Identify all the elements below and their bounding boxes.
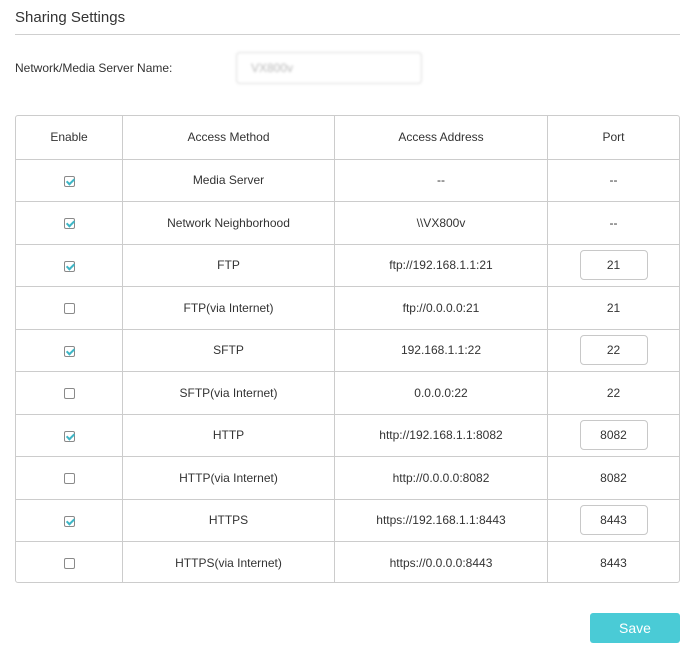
- port-cell: --: [547, 201, 679, 245]
- table-row: HTTPS https://192.168.1.1:8443: [16, 499, 679, 542]
- server-name-label: Network/Media Server Name:: [15, 61, 173, 75]
- port-input[interactable]: [579, 250, 648, 281]
- access-address-cell: 192.168.1.1:22: [334, 329, 548, 372]
- access-method-cell: HTTPS: [122, 499, 335, 542]
- port-cell: [547, 499, 679, 542]
- access-method-cell: Media Server: [122, 159, 335, 202]
- port-cell: 22: [547, 371, 679, 415]
- table-row: SFTP(via Internet) 0.0.0.0:22 22: [16, 371, 679, 415]
- table-row: HTTP(via Internet) http://0.0.0.0:8082 808…: [16, 456, 679, 500]
- port-cell: 21: [547, 286, 679, 330]
- access-address-cell: ftp://192.168.1.1:21: [334, 244, 548, 287]
- server-name-input[interactable]: [236, 52, 422, 84]
- header-access-method: Access Method: [122, 116, 335, 160]
- enable-cell: [16, 286, 123, 330]
- port-cell: 8443: [548, 542, 680, 583]
- enable-cell: [16, 371, 123, 415]
- section-divider: [15, 34, 680, 35]
- enable-checkbox[interactable]: [63, 515, 75, 527]
- header-access-address: Access Address: [334, 116, 548, 160]
- access-address-cell: https://0.0.0.0:8443: [334, 541, 548, 582]
- port-cell: [547, 244, 679, 287]
- port-cell: [547, 329, 679, 372]
- table-row: HTTP http://192.168.1.1:8082: [16, 414, 679, 457]
- enable-checkbox[interactable]: [63, 260, 75, 272]
- enable-checkbox[interactable]: [63, 430, 75, 442]
- port-input[interactable]: [579, 335, 648, 366]
- enable-checkbox[interactable]: [63, 218, 75, 230]
- port-input[interactable]: [579, 420, 648, 451]
- header-enable: Enable: [16, 116, 123, 160]
- port-value: 8082: [600, 470, 627, 485]
- enable-cell: [16, 541, 123, 582]
- table-row: Media Server -- --: [16, 159, 679, 202]
- access-address-cell: ftp://0.0.0.0:21: [334, 286, 548, 330]
- table-row: FTP ftp://192.168.1.1:21: [16, 244, 679, 287]
- port-value: 22: [606, 385, 621, 400]
- section-title: Sharing Settings: [15, 9, 126, 26]
- enable-checkbox[interactable]: [63, 303, 75, 315]
- enable-checkbox[interactable]: [63, 345, 75, 357]
- access-address-cell: --: [334, 159, 548, 202]
- enable-checkbox[interactable]: [63, 473, 75, 485]
- enable-cell: [16, 244, 123, 287]
- access-method-cell: HTTP: [122, 414, 335, 457]
- enable-cell: [16, 201, 123, 245]
- access-address-cell: http://192.168.1.1:8082: [334, 414, 548, 457]
- table-row: Network Neighborhood \\VX800v --: [16, 201, 679, 245]
- port-cell: 8082: [547, 456, 679, 500]
- enable-checkbox[interactable]: [63, 558, 75, 570]
- table-header-row: Enable Access Method Access Address Port: [16, 116, 679, 160]
- access-method-cell: HTTPS(via Internet): [122, 541, 335, 582]
- port-value: --: [609, 215, 618, 230]
- enable-cell: [16, 499, 123, 542]
- port-value: 8443: [600, 556, 627, 570]
- access-method-cell: Network Neighborhood: [122, 201, 335, 245]
- access-address-cell: \\VX800v: [334, 201, 548, 245]
- enable-cell: [16, 414, 123, 457]
- table-row: FTP(via Internet) ftp://0.0.0.0:21 21: [16, 286, 679, 330]
- save-button[interactable]: Save: [590, 613, 680, 643]
- access-method-cell: SFTP(via Internet): [122, 371, 335, 415]
- header-port: Port: [547, 116, 679, 160]
- access-method-cell: HTTP(via Internet): [122, 456, 335, 500]
- enable-cell: [16, 329, 123, 372]
- port-input[interactable]: [579, 505, 648, 536]
- port-cell: --: [547, 159, 679, 202]
- access-address-cell: https://192.168.1.1:8443: [334, 499, 548, 542]
- port-value: 21: [606, 300, 621, 315]
- enable-cell: [16, 159, 123, 202]
- access-address-cell: 0.0.0.0:22: [334, 371, 548, 415]
- enable-checkbox[interactable]: [63, 388, 75, 400]
- enable-cell: [16, 456, 123, 500]
- sharing-table: Enable Access Method Access Address Port…: [15, 115, 680, 583]
- access-method-cell: FTP: [122, 244, 335, 287]
- port-value: --: [609, 173, 618, 188]
- port-cell: [547, 414, 679, 457]
- access-method-cell: FTP(via Internet): [122, 286, 335, 330]
- access-address-cell: http://0.0.0.0:8082: [334, 456, 548, 500]
- table-row: HTTPS(via Internet) https://0.0.0.0:8443 8…: [16, 541, 680, 583]
- table-row: SFTP 192.168.1.1:22: [16, 329, 679, 372]
- enable-checkbox[interactable]: [63, 175, 75, 187]
- access-method-cell: SFTP: [122, 329, 335, 372]
